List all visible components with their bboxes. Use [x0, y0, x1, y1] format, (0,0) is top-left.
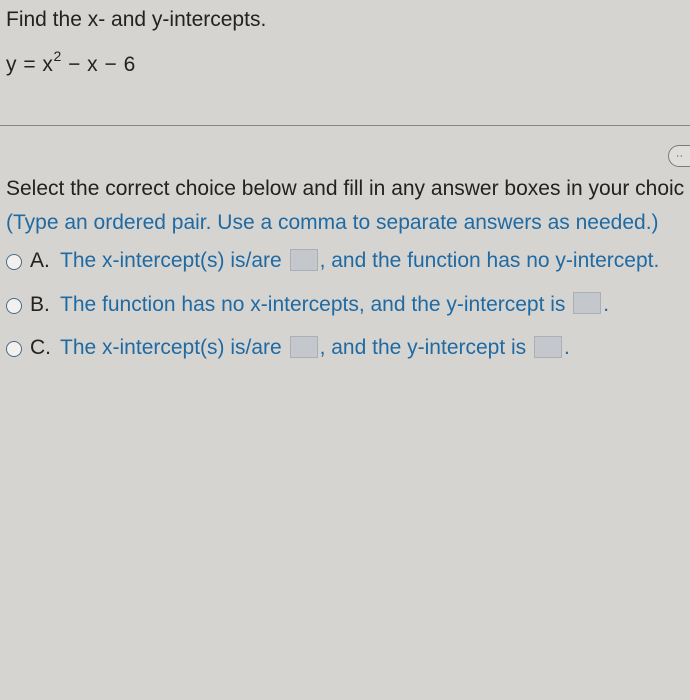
expand-panel-button[interactable]: ··: [668, 145, 690, 167]
instruction-select: Select the correct choice below and fill…: [6, 174, 684, 203]
option-a: A. The x-intercept(s) is/are , and the f…: [6, 245, 684, 277]
options-group: A. The x-intercept(s) is/are , and the f…: [6, 245, 684, 364]
equation-rhs: − x − 6: [62, 53, 136, 76]
option-a-text: The x-intercept(s) is/are , and the func…: [60, 245, 659, 277]
equation: y = x2 − x − 6: [6, 50, 684, 77]
option-c-text: The x-intercept(s) is/are , and the y-in…: [60, 332, 570, 364]
option-b-text: The function has no x-intercepts, and th…: [60, 289, 609, 321]
option-c-blank-2[interactable]: [534, 336, 562, 358]
option-b: B. The function has no x-intercepts, and…: [6, 289, 684, 321]
option-a-text-1: The x-intercept(s) is/are: [60, 249, 288, 272]
equation-lhs: y = x: [6, 53, 53, 76]
option-c-text-3: .: [564, 336, 570, 359]
instruction-format: (Type an ordered pair. Use a comma to se…: [6, 211, 684, 235]
option-c-text-2: , and the y-intercept is: [320, 336, 532, 359]
option-b-letter: B.: [30, 293, 52, 317]
option-c-letter: C.: [30, 336, 52, 360]
radio-c[interactable]: [6, 341, 22, 357]
option-a-letter: A.: [30, 249, 52, 273]
option-b-blank-1[interactable]: [573, 292, 601, 314]
option-c-text-1: The x-intercept(s) is/are: [60, 336, 288, 359]
option-a-blank-1[interactable]: [290, 249, 318, 271]
option-c: C. The x-intercept(s) is/are , and the y…: [6, 332, 684, 364]
question-prompt: Find the x- and y-intercepts.: [6, 8, 684, 32]
option-c-blank-1[interactable]: [290, 336, 318, 358]
radio-b[interactable]: [6, 298, 22, 314]
option-b-text-2: .: [603, 293, 609, 316]
option-b-text-1: The function has no x-intercepts, and th…: [60, 293, 571, 316]
equation-exponent: 2: [53, 48, 61, 64]
option-a-text-2: , and the function has no y-intercept.: [320, 249, 660, 272]
radio-a[interactable]: [6, 254, 22, 270]
